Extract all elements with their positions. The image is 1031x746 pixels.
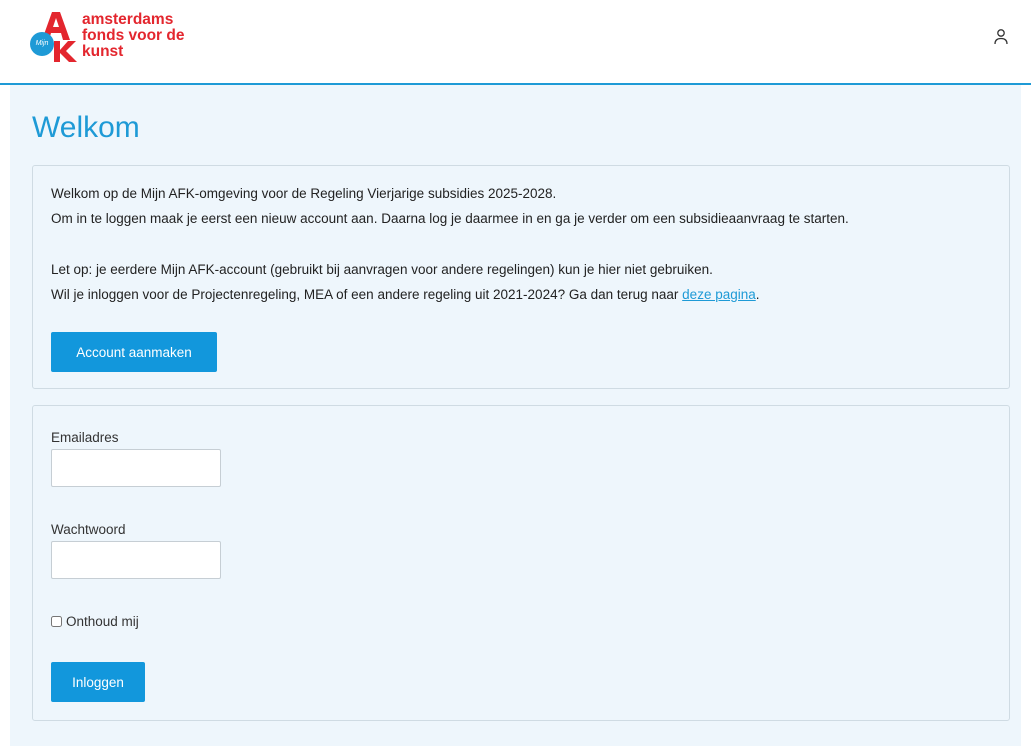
remember-me-label: Onthoud mij: [66, 614, 139, 629]
page-title: Welkom: [32, 111, 140, 144]
intro-panel: Welkom op de Mijn AFK-omgeving voor de R…: [32, 165, 1010, 389]
logo-line-3: kunst: [82, 43, 124, 60]
logo-wordmark: amsterdams fonds voor de kunst: [82, 12, 184, 60]
logo-mijn-badge: Mijn: [30, 32, 54, 56]
intro-text-1: Welkom op de Mijn AFK-omgeving voor de R…: [51, 186, 557, 201]
inloggen-button[interactable]: Inloggen: [51, 662, 145, 702]
afk-logo[interactable]: Mijn amsterdams fonds voor de kunst: [30, 10, 230, 70]
email-label: Emailadres: [51, 430, 119, 445]
email-field[interactable]: [51, 449, 221, 487]
remember-me-checkbox[interactable]: [51, 616, 62, 627]
user-icon[interactable]: [994, 28, 1008, 46]
intro-text-3: Let op: je eerdere Mijn AFK-account (geb…: [51, 262, 713, 277]
main-content: Welkom Welkom op de Mijn AFK-omgeving vo…: [10, 85, 1021, 746]
deze-pagina-link[interactable]: deze pagina: [682, 287, 756, 302]
remember-me[interactable]: Onthoud mij: [51, 614, 139, 629]
password-field[interactable]: [51, 541, 221, 579]
intro-text-4-prefix: Wil je inloggen voor de Projectenregelin…: [51, 287, 683, 302]
logo-line-1: amsterdams: [82, 11, 174, 28]
intro-text-4-suffix: .: [755, 287, 760, 302]
logo-line-2: fonds voor de: [82, 27, 185, 44]
account-aanmaken-button[interactable]: Account aanmaken: [51, 332, 217, 372]
login-panel: Emailadres Wachtwoord Onthoud mij Inlogg…: [32, 405, 1010, 721]
intro-text-2: Om in te loggen maak je eerst een nieuw …: [51, 211, 849, 226]
password-label: Wachtwoord: [51, 522, 126, 537]
intro-text-4: Wil je inloggen voor de Projectenregelin…: [51, 287, 760, 302]
top-navigation-bar: Mijn amsterdams fonds voor de kunst: [0, 0, 1031, 85]
